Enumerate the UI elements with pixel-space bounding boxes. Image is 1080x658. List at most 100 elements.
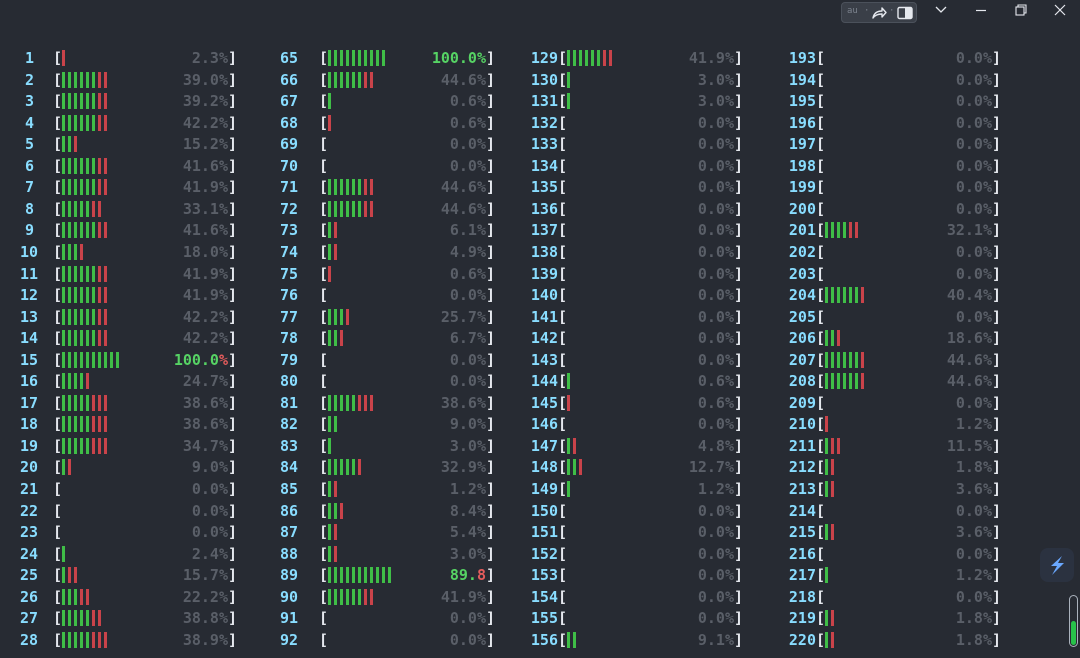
cpu-percent-value: 8.4% bbox=[449, 501, 486, 520]
usage-bar-user bbox=[346, 567, 349, 584]
usage-bar-user bbox=[68, 157, 71, 174]
cpu-row-26: 26 [22.2%] bbox=[20, 587, 250, 607]
meter-open-bracket: [ bbox=[53, 329, 63, 348]
cpu-percent-value: 41.9% bbox=[182, 286, 228, 305]
cpu-percent-value: 0.6% bbox=[697, 393, 734, 412]
meter-close-bracket: ] bbox=[228, 523, 238, 542]
cpu-percent-value: 34.7% bbox=[182, 436, 228, 455]
cpu-index: 141 bbox=[530, 307, 558, 326]
cpu-index: 207 bbox=[788, 350, 816, 369]
cpu-percent: 0.0% bbox=[698, 328, 734, 348]
usage-bar-user bbox=[74, 610, 77, 627]
cpu-index: 200 bbox=[788, 199, 816, 218]
usage-bar-user bbox=[86, 610, 89, 627]
usage-bar-user bbox=[573, 459, 576, 476]
cpu-percent: 0.0% bbox=[698, 414, 734, 434]
cpu-percent: 9.0% bbox=[192, 457, 228, 477]
cpu-index: 144 bbox=[530, 372, 558, 391]
cpu-index: 155 bbox=[530, 609, 558, 628]
usage-bar-system bbox=[98, 308, 101, 325]
usage-bar-system bbox=[74, 136, 77, 153]
cpu-usage-meter bbox=[328, 242, 340, 262]
meter-open-bracket: [ bbox=[816, 264, 826, 283]
cpu-percent: 38.8% bbox=[183, 608, 228, 628]
meter-close-bracket: ] bbox=[992, 178, 1002, 197]
meter-open-bracket: [ bbox=[558, 587, 568, 606]
cpu-percent: 1.8% bbox=[956, 608, 992, 628]
usage-bar-user bbox=[358, 50, 361, 66]
cpu-index: 91 bbox=[279, 609, 298, 628]
cpu-percent-value: 44.6% bbox=[440, 199, 486, 218]
lightning-logo-icon bbox=[1051, 556, 1064, 575]
usage-bar-system bbox=[98, 200, 101, 217]
usage-bar-user bbox=[340, 459, 343, 476]
cpu-row-201: 201[32.1%] bbox=[782, 220, 1012, 240]
cpu-index: 143 bbox=[530, 350, 558, 369]
cpu-index: 150 bbox=[530, 501, 558, 520]
usage-bar-user bbox=[334, 330, 337, 347]
cpu-percent-value: 0.0% bbox=[955, 135, 992, 154]
cpu-percent: 4.8% bbox=[698, 436, 734, 456]
cpu-index: 146 bbox=[530, 415, 558, 434]
cpu-percent-value: 3.0% bbox=[697, 92, 734, 111]
cpu-percent-value: 0.0% bbox=[697, 135, 734, 154]
cpu-percent: 42.2% bbox=[183, 113, 228, 133]
cpu-usage-meter bbox=[328, 264, 334, 284]
usage-bar-user bbox=[837, 222, 840, 239]
cpu-percent: 0.0% bbox=[698, 522, 734, 542]
usage-bar-user bbox=[80, 437, 83, 454]
cpu-usage-meter bbox=[62, 414, 110, 434]
meter-close-bracket: ] bbox=[228, 436, 238, 455]
usage-bar-user bbox=[74, 71, 77, 88]
cpu-index: 77 bbox=[279, 307, 298, 326]
usage-bar-user bbox=[358, 200, 361, 217]
usage-bar-system bbox=[579, 459, 582, 476]
meter-close-bracket: ] bbox=[734, 501, 744, 520]
cpu-index: 148 bbox=[530, 458, 558, 477]
cpu-percent: 38.6% bbox=[441, 393, 486, 413]
floating-assistant-button[interactable] bbox=[1040, 548, 1074, 582]
usage-bar-user bbox=[74, 93, 77, 110]
cpu-percent: 3.6% bbox=[956, 479, 992, 499]
usage-bar-user bbox=[86, 157, 89, 174]
usage-bar-user bbox=[62, 459, 65, 476]
cpu-row-219: 219[1.8%] bbox=[782, 608, 1012, 628]
cpu-row-19: 19 [34.7%] bbox=[20, 436, 250, 456]
cpu-row-8: 8 [33.1%] bbox=[20, 199, 250, 219]
cpu-percent-value: 38.6% bbox=[440, 393, 486, 412]
cpu-percent-value: 0.0% bbox=[449, 372, 486, 391]
usage-bar-system bbox=[104, 265, 107, 282]
usage-bar-user bbox=[62, 243, 65, 260]
meter-close-bracket: ] bbox=[734, 242, 744, 261]
meter-close-bracket: ] bbox=[992, 630, 1002, 649]
meter-close-bracket: ] bbox=[486, 350, 496, 369]
usage-bar-user bbox=[68, 308, 71, 325]
cpu-percent: 1.2% bbox=[698, 479, 734, 499]
cpu-row-217: 217[1.2%] bbox=[782, 565, 1012, 585]
meter-open-bracket: [ bbox=[319, 113, 329, 132]
usage-bar-user bbox=[86, 287, 89, 304]
usage-bar-user bbox=[346, 394, 349, 411]
cpu-row-2: 2 [39.0%] bbox=[20, 70, 250, 90]
cpu-percent-value: 15.7% bbox=[182, 566, 228, 585]
cpu-index: 156 bbox=[530, 630, 558, 649]
meter-open-bracket: [ bbox=[319, 609, 329, 628]
usage-bar-system bbox=[80, 243, 83, 260]
usage-bar-user bbox=[80, 416, 83, 433]
usage-bar-system bbox=[340, 502, 343, 519]
cpu-percent-value: 0.0% bbox=[449, 135, 486, 154]
cpu-percent: 18.0% bbox=[183, 242, 228, 262]
cpu-percent-value: 24.7% bbox=[182, 372, 228, 391]
cpu-usage-meter bbox=[328, 393, 376, 413]
cpu-row-147: 147[4.8%] bbox=[524, 436, 754, 456]
cpu-row-135: 135[0.0%] bbox=[524, 177, 754, 197]
usage-bar-user bbox=[62, 265, 65, 282]
usage-bar-user bbox=[849, 287, 852, 304]
usage-bar-system bbox=[573, 437, 576, 454]
cpu-usage-meter bbox=[328, 199, 376, 219]
meter-close-bracket: ] bbox=[228, 587, 238, 606]
usage-bar-user bbox=[68, 394, 71, 411]
cpu-percent-value: 11.5% bbox=[946, 436, 992, 455]
meter-open-bracket: [ bbox=[53, 436, 63, 455]
cpu-percent: 39.0% bbox=[183, 70, 228, 90]
